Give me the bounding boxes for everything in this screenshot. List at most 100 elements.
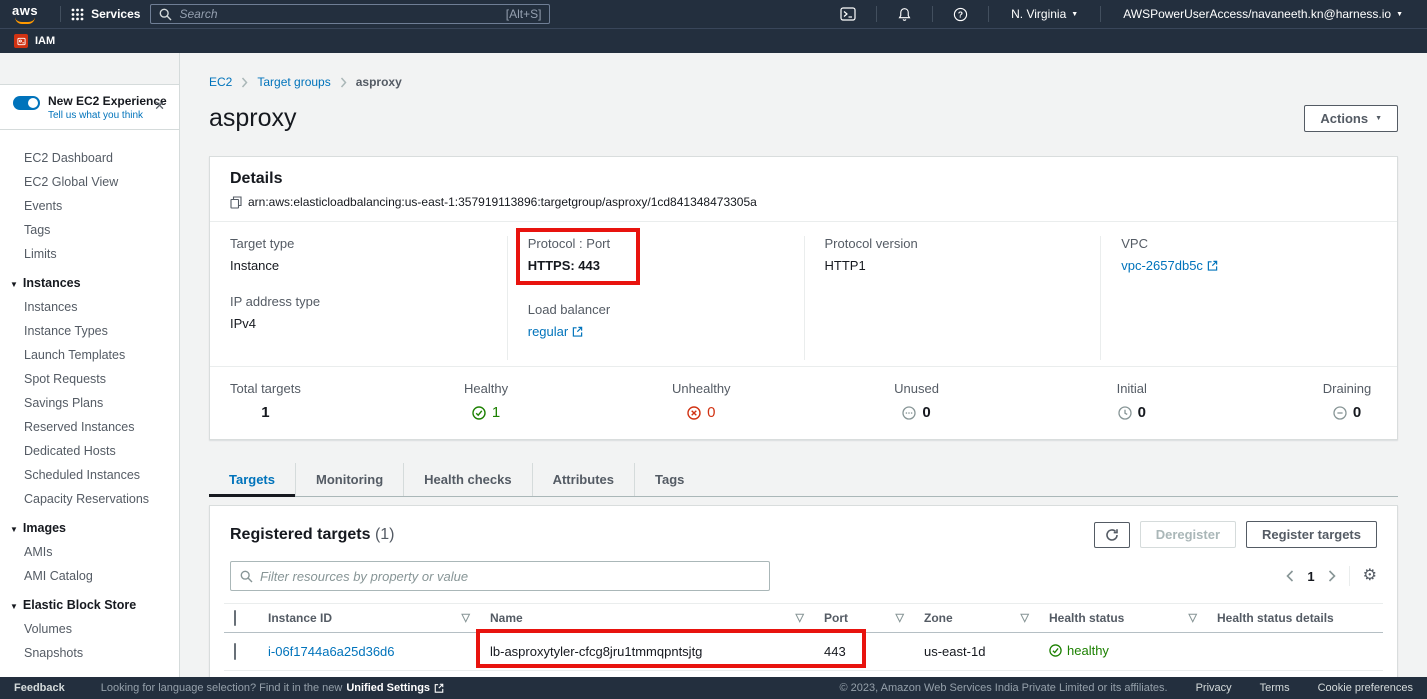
copyright-text: © 2023, Amazon Web Services India Privat… — [840, 682, 1168, 694]
sidebar-section-elastic-block-store[interactable]: ▼Elastic Block Store — [0, 588, 179, 617]
services-menu-button[interactable]: Services — [71, 7, 140, 21]
copy-icon[interactable] — [230, 196, 242, 209]
divider — [932, 6, 933, 22]
chevron-right-icon — [340, 77, 347, 88]
sort-icon[interactable]: ▽ — [1021, 611, 1029, 624]
registered-targets-count: (1) — [375, 526, 395, 543]
column-health-status-details: Health status details — [1207, 604, 1383, 633]
sidebar-item-tags[interactable]: Tags — [0, 218, 179, 242]
x-circle-icon — [687, 406, 701, 420]
search-input[interactable] — [179, 7, 498, 21]
column-port: Port▽ — [814, 604, 914, 633]
target-group-arn: arn:aws:elasticloadbalancing:us-east-1:3… — [248, 195, 757, 209]
tab-health-checks[interactable]: Health checks — [404, 463, 532, 496]
iam-service-icon — [14, 34, 28, 48]
sidebar-item-instances[interactable]: Instances — [0, 295, 179, 319]
sidebar-item-reserved-instances[interactable]: Reserved Instances — [0, 415, 179, 439]
sidebar-item-snapshots[interactable]: Snapshots — [0, 641, 179, 665]
refresh-button[interactable] — [1094, 522, 1130, 548]
account-menu[interactable]: AWSPowerUserAccess/navaneeth.kn@harness.… — [1111, 7, 1415, 21]
sidebar-item-spot-requests[interactable]: Spot Requests — [0, 367, 179, 391]
new-experience-panel: New EC2 Experience Tell us what you thin… — [0, 84, 179, 130]
main-panel: EC2 Target groups asproxy asproxy Action… — [180, 53, 1427, 677]
topnav-right-group: ? N. Virginia ▼ AWSPowerUserAccess/navan… — [830, 6, 1415, 22]
protocol-port-annotation-box: Protocol : Port HTTPS: 443 — [516, 228, 640, 285]
terms-link[interactable]: Terms — [1260, 682, 1290, 694]
protocol-version-value: HTTP1 — [825, 258, 1081, 273]
breadcrumb: EC2 Target groups asproxy — [209, 75, 1398, 89]
tab-tags[interactable]: Tags — [635, 463, 704, 496]
load-balancer-link[interactable]: regular — [528, 324, 583, 339]
load-balancer-label: Load balancer — [528, 302, 784, 317]
sidebar-item-amis[interactable]: AMIs — [0, 540, 179, 564]
protocol-port-value: HTTPS: 443 — [528, 258, 610, 273]
tab-monitoring[interactable]: Monitoring — [296, 463, 404, 496]
instance-id-link[interactable]: i-06f1744a6a25d36d6 — [268, 644, 395, 659]
sidebar-section-images[interactable]: ▼Images — [0, 511, 179, 540]
external-link-icon — [434, 683, 444, 693]
tell-us-link[interactable]: Tell us what you think — [48, 110, 167, 121]
page-header: asproxy Actions ▼ — [209, 104, 1398, 133]
total-targets-stat: Total targets 1 — [230, 381, 301, 421]
sort-icon[interactable]: ▽ — [462, 611, 470, 624]
deregister-button[interactable]: Deregister — [1140, 521, 1236, 548]
sort-icon[interactable]: ▽ — [796, 611, 804, 624]
favorites-bar: IAM — [0, 28, 1427, 53]
cloudshell-button[interactable] — [830, 7, 866, 21]
search-shortcut-hint: [Alt+S] — [506, 7, 542, 21]
previous-page-button[interactable] — [1286, 570, 1294, 582]
protocol-port-label: Protocol : Port — [528, 236, 610, 251]
iam-shortcut[interactable]: IAM — [35, 35, 55, 47]
sort-icon[interactable]: ▽ — [1189, 611, 1197, 624]
sidebar-item-dedicated-hosts[interactable]: Dedicated Hosts — [0, 439, 179, 463]
feedback-link[interactable]: Feedback — [14, 682, 65, 694]
page-number[interactable]: 1 — [1307, 569, 1314, 584]
unified-settings-link[interactable]: Unified Settings — [346, 682, 444, 694]
cookie-preferences-link[interactable]: Cookie preferences — [1318, 682, 1413, 694]
healthy-stat: Healthy 1 — [456, 381, 516, 421]
next-page-button[interactable] — [1328, 570, 1336, 582]
actions-button[interactable]: Actions ▼ — [1304, 105, 1398, 132]
register-targets-button[interactable]: Register targets — [1246, 521, 1377, 548]
sidebar-nav: EC2 Dashboard EC2 Global View Events Tag… — [0, 130, 179, 677]
new-experience-toggle[interactable] — [13, 96, 40, 110]
page-title: asproxy — [209, 104, 297, 133]
target-port-cell: 443 — [814, 633, 914, 671]
sidebar-item-instance-types[interactable]: Instance Types — [0, 319, 179, 343]
sidebar-item-ec2-dashboard[interactable]: EC2 Dashboard — [0, 146, 179, 170]
sidebar-item-ec2-global-view[interactable]: EC2 Global View — [0, 170, 179, 194]
select-all-checkbox[interactable] — [234, 610, 236, 626]
sidebar-item-launch-templates[interactable]: Launch Templates — [0, 343, 179, 367]
sidebar-item-scheduled-instances[interactable]: Scheduled Instances — [0, 463, 179, 487]
region-selector[interactable]: N. Virginia ▼ — [999, 7, 1090, 21]
aws-logo[interactable]: aws — [12, 5, 38, 24]
tab-targets[interactable]: Targets — [209, 463, 296, 496]
column-health-status: Health status▽ — [1039, 604, 1207, 633]
sort-icon[interactable]: ▽ — [896, 611, 904, 624]
top-navbar: aws Services [Alt+S] — [0, 0, 1427, 28]
sidebar-item-savings-plans[interactable]: Savings Plans — [0, 391, 179, 415]
vpc-link[interactable]: vpc-2657db5c — [1121, 258, 1218, 273]
chevron-down-icon: ▼ — [10, 280, 18, 289]
app-grid-icon — [71, 8, 84, 21]
sidebar-section-instances[interactable]: ▼Instances — [0, 266, 179, 295]
sidebar-item-events[interactable]: Events — [0, 194, 179, 218]
privacy-link[interactable]: Privacy — [1196, 682, 1232, 694]
tab-attributes[interactable]: Attributes — [533, 463, 635, 496]
filter-input[interactable] — [260, 569, 760, 584]
breadcrumb-target-groups-link[interactable]: Target groups — [257, 75, 330, 89]
sidebar-item-capacity-reservations[interactable]: Capacity Reservations — [0, 487, 179, 511]
table-settings-gear-icon[interactable]: ⚙ — [1363, 568, 1377, 584]
row-checkbox[interactable] — [234, 643, 236, 660]
notifications-bell-button[interactable] — [887, 7, 922, 22]
external-link-icon — [572, 326, 583, 337]
sidebar-item-limits[interactable]: Limits — [0, 242, 179, 266]
help-button[interactable]: ? — [943, 7, 978, 22]
close-icon[interactable]: ✕ — [154, 99, 165, 112]
filter-box[interactable] — [230, 561, 770, 591]
breadcrumb-ec2-link[interactable]: EC2 — [209, 75, 232, 89]
details-grid: Target type Instance IP address type IPv… — [210, 221, 1397, 366]
global-search[interactable]: [Alt+S] — [150, 4, 550, 24]
sidebar-item-volumes[interactable]: Volumes — [0, 617, 179, 641]
sidebar-item-ami-catalog[interactable]: AMI Catalog — [0, 564, 179, 588]
